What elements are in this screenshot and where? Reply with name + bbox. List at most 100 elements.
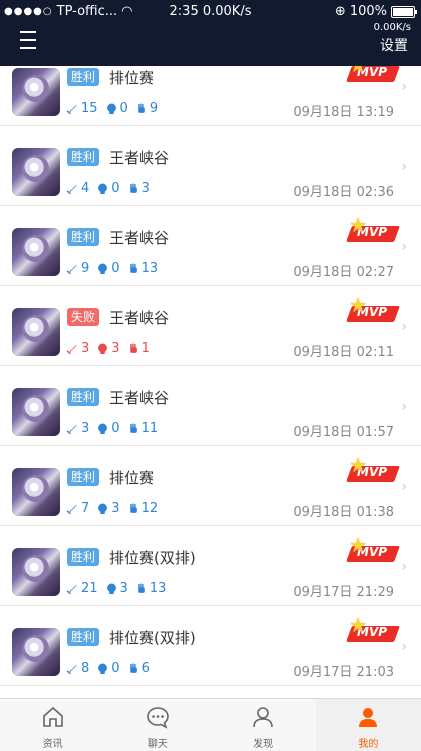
deaths-count: 0 [119,101,128,116]
skull-icon [106,583,116,594]
kill-icon [67,264,77,274]
result-badge: 胜利 [67,468,100,486]
mvp-badge: MVP★ [346,455,400,485]
match-time: 09月18日 02:27 [293,265,394,280]
kda-stats: 3 3 1 [67,341,150,356]
chevron-right-icon: › [401,639,407,655]
deaths-count: 3 [111,341,120,356]
star-icon: ★ [349,213,367,237]
result-badge: 胜利 [67,628,100,646]
star-icon: ★ [349,613,367,637]
match-row[interactable]: 失败 王者峡谷 3 3 1 09月18日 02:11 › MVP ★ [0,285,421,366]
match-time: 09月18日 01:38 [293,505,394,520]
kills-count: 3 [81,341,90,356]
menu-icon[interactable] [20,31,36,49]
assists-count: 13 [141,261,159,276]
assists-count: 6 [141,661,150,676]
match-row[interactable]: 胜利 王者峡谷 3 0 11 09月18日 01:57 › [0,365,421,446]
star-icon: ★ [349,66,367,75]
hand-icon [138,583,145,593]
kill-icon [67,664,77,674]
deaths-count: 3 [111,501,120,516]
kda-stats: 3 0 11 [67,421,158,436]
hero-avatar [12,68,60,116]
hero-avatar [12,548,60,596]
deaths-count: 0 [111,181,120,196]
kills-count: 15 [81,101,98,116]
kill-icon [67,504,77,514]
result-badge: 失败 [67,308,100,326]
kill-icon [67,584,77,594]
assists-count: 12 [141,501,159,516]
lock-icon: ⊕ [334,4,346,19]
match-time: 09月18日 02:36 [293,185,394,200]
status-speed: 0.00K/s [202,4,252,19]
skull-icon [98,263,108,274]
game-mode: 王者峡谷 [109,309,170,327]
tab-bar: 资讯 聊天 发现 我的 [0,698,421,751]
mvp-badge: MVP★ [346,66,400,85]
hand-icon [129,183,137,193]
match-row[interactable]: 胜利 王者峡谷 4 0 3 09月18日 02:36 › [0,125,421,206]
hero-avatar [12,388,60,436]
kda-stats: 9 0 13 [67,261,158,276]
match-time: 09月17日 21:03 [293,665,394,680]
result-badge: 胜利 [67,388,100,406]
tab-chat[interactable]: 聊天 [105,699,210,751]
tab-home[interactable]: 资讯 [0,699,105,751]
kill-icon [67,184,77,194]
game-mode: 王者峡谷 [109,149,170,167]
settings-button[interactable]: 设置 [380,35,408,55]
match-row[interactable]: 胜利 排位赛(双排) 21 3 13 09月17日 21:29 › MVP ★ [0,525,421,606]
match-row[interactable]: 胜利 排位赛(双排) 8 0 6 09月17日 21:03 › MVP ★ [0,605,421,686]
status-bar: ●●●●○ TP-offic... ◠ 2:35 0.00K/s ⊕ 100% [0,4,421,20]
hero-avatar [12,468,60,516]
match-row[interactable]: 胜利 王者峡谷 9 0 13 09月18日 02:27 › MVP ★ [0,205,421,286]
hero-avatar [12,308,60,356]
tab-profile[interactable]: 我的 [315,699,421,751]
hand-icon [129,263,137,273]
star-icon: ★ [349,533,367,557]
skull-icon [98,663,108,674]
hand-icon [138,103,145,113]
result-badge: 胜利 [67,228,100,246]
assists-count: 11 [141,421,159,436]
game-mode: 王者峡谷 [109,229,170,247]
result-badge: 胜利 [67,548,100,566]
network-speed: 0.00K/s [373,22,411,33]
game-mode: 排位赛(双排) [109,549,196,567]
kill-icon [67,424,77,434]
chevron-right-icon: › [401,479,407,495]
kill-icon [67,344,77,354]
result-badge: 胜利 [67,68,100,86]
battery-percent: 100% [349,4,387,19]
star-icon: ★ [349,293,367,317]
assists-count: 13 [149,581,167,596]
hand-icon [129,343,137,353]
deaths-count: 0 [111,261,120,276]
skull-icon [98,183,108,194]
match-time: 09月18日 02:11 [293,345,394,360]
home-icon [41,705,65,729]
kda-stats: 21 3 13 [67,581,166,596]
skull-icon [98,423,108,434]
assists-count: 9 [149,101,159,116]
match-row[interactable]: 胜利 排位赛 7 3 12 09月18日 01:38 › MVP ★ [0,445,421,526]
tab-label: 资讯 [42,739,63,750]
match-row[interactable]: 胜利 排位赛 15 0 9 09月18日 13:19 › MVP★ [0,66,421,126]
assists-count: 1 [141,341,150,356]
tab-label: 发现 [253,739,274,750]
chevron-right-icon: › [401,399,407,415]
game-mode: 排位赛(双排) [109,629,196,647]
hero-avatar [12,228,60,276]
chevron-right-icon: › [401,159,407,175]
tab-label: 聊天 [147,739,168,750]
tab-discover[interactable]: 发现 [211,699,316,751]
match-list[interactable]: 胜利 排位赛 15 0 9 09月18日 13:19 › MVP★ 胜利 王者峡… [0,66,421,698]
tab-label: 我的 [358,739,379,750]
hero-avatar [12,148,60,196]
result-badge: 胜利 [67,148,100,166]
kills-count: 3 [81,421,90,436]
skull-icon [106,103,116,114]
deaths-count: 0 [111,661,120,676]
